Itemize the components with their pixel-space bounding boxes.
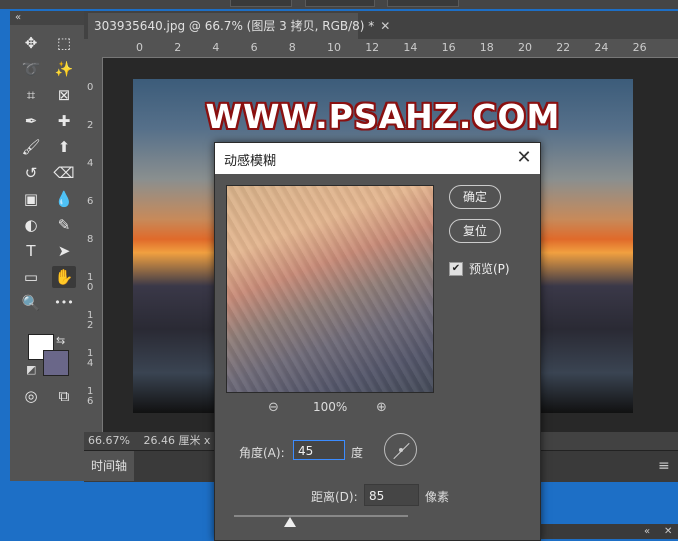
gradient-tool-icon[interactable]: ▣ (19, 188, 43, 210)
ok-button[interactable]: 确定 (449, 185, 501, 209)
angle-unit-label: 度 (351, 446, 364, 460)
screen-mode-icon[interactable]: ⧉ (52, 385, 76, 407)
options-bar-control[interactable] (387, 0, 459, 7)
path-selection-tool-icon[interactable]: ➤ (52, 240, 76, 262)
angle-input[interactable]: 45 (293, 440, 345, 460)
expand-panel-icon[interactable]: « (644, 524, 650, 539)
distance-unit-label: 像素 (425, 490, 450, 504)
distance-input[interactable]: 85 (364, 484, 419, 506)
watermark-text: WWW.PSAHZ.COM (205, 97, 561, 136)
close-panel-icon[interactable]: ✕ (664, 524, 672, 539)
options-bar (0, 0, 678, 9)
quick-mask-icon[interactable]: ◎ (19, 385, 43, 407)
angle-dial-center (399, 448, 403, 452)
hand-tool-icon[interactable]: ✋ (52, 266, 76, 288)
collapse-toolbar-icon[interactable]: « (10, 11, 85, 25)
preview-checkbox[interactable]: ✔ (449, 262, 463, 276)
reset-button[interactable]: 复位 (449, 219, 501, 243)
healing-brush-tool-icon[interactable]: ✚ (52, 110, 76, 132)
panel-menu-icon[interactable]: ≡ (658, 459, 672, 473)
ruler-tick-label: 2 (87, 120, 94, 131)
preview-checkbox-label: 预览(P) (469, 262, 510, 276)
ruler-tick-label: 1 0 (87, 272, 94, 293)
ruler-tick-label: 0 (136, 41, 143, 54)
ruler-tick-label: 1 2 (87, 310, 94, 331)
motion-blur-dialog: 动感模糊 ✕ 确定 复位 ✔ 预览(P) ⊖ 100% ⊕ 角度(A): 45 … (214, 142, 541, 541)
ruler-tick-label: 18 (479, 41, 494, 54)
pen-tool-icon[interactable]: ✎ (52, 214, 76, 236)
eraser-tool-icon[interactable]: ⌫ (52, 162, 76, 184)
swap-colors-icon[interactable]: ⇆ (56, 334, 65, 347)
dialog-titlebar[interactable]: 动感模糊 ✕ (215, 143, 540, 174)
blur-tool-icon[interactable]: 💧 (52, 188, 76, 210)
crop-tool-icon[interactable]: ⌗ (19, 84, 43, 106)
ruler-tick-label: 14 (403, 41, 418, 54)
brush-tool-icon[interactable]: 🖌 (19, 136, 43, 158)
ruler-tick-label: 6 (250, 41, 258, 54)
dialog-title: 动感模糊 (224, 154, 277, 169)
type-tool-icon[interactable]: T (19, 240, 43, 262)
timeline-tab[interactable]: 时间轴 (84, 451, 134, 481)
more-tools-icon[interactable]: ••• (52, 292, 76, 314)
rectangle-tool-icon[interactable]: ▭ (19, 266, 43, 288)
angle-dial[interactable] (384, 433, 417, 466)
distance-slider-thumb[interactable] (284, 517, 296, 527)
ruler-tick-label: 6 (87, 196, 94, 207)
lasso-tool-icon[interactable]: ➰ (19, 58, 43, 80)
ruler-tick-label: 16 (441, 41, 456, 54)
document-tab-title: 303935640.jpg @ 66.7% (图层 3 拷贝, RGB/8) * (94, 19, 375, 33)
ruler-corner (84, 39, 102, 57)
move-tool-icon[interactable]: ✥ (19, 32, 43, 54)
horizontal-ruler[interactable]: 0 2 4 6 8 10 12 14 16 18 20 22 24 26 (102, 39, 678, 58)
zoom-tool-icon[interactable]: 🔍 (19, 292, 43, 314)
ruler-tick-label: 22 (556, 41, 571, 54)
ruler-tick-label: 1 4 (87, 348, 94, 369)
options-bar-control[interactable] (230, 0, 292, 7)
ruler-tick-label: 10 (327, 41, 341, 54)
zoom-out-icon[interactable]: ⊖ (268, 400, 279, 415)
options-bar-control[interactable] (305, 0, 375, 7)
ruler-tick-label: 20 (518, 41, 532, 54)
default-colors-icon[interactable]: ◩ (26, 363, 36, 376)
ruler-tick-label: 8 (87, 234, 94, 245)
document-tab[interactable]: 303935640.jpg @ 66.7% (图层 3 拷贝, RGB/8) *… (88, 13, 390, 39)
frame-tool-icon[interactable]: ⊠ (52, 84, 76, 106)
magic-wand-tool-icon[interactable]: ✨ (52, 58, 76, 80)
angle-label: 角度(A): (239, 446, 285, 460)
marquee-tool-icon[interactable]: ⬚ (52, 32, 76, 54)
preview-zoom-level: 100% (313, 400, 348, 414)
zoom-in-icon[interactable]: ⊕ (376, 400, 387, 415)
dodge-tool-icon[interactable]: ◐ (19, 214, 43, 236)
ruler-tick-label: 26 (632, 41, 647, 54)
ruler-tick-label: 1 6 (87, 386, 94, 407)
ruler-tick-label: 0 (87, 82, 94, 93)
distance-slider-track[interactable] (234, 515, 408, 517)
zoom-level-readout[interactable]: 66.67% (88, 434, 130, 447)
ruler-tick-label: 8 (288, 41, 296, 54)
ruler-tick-label: 4 (87, 158, 94, 169)
vertical-ruler[interactable]: 0 2 4 6 8 1 0 1 2 1 4 1 6 (84, 57, 103, 432)
blur-preview[interactable] (226, 185, 434, 393)
history-brush-tool-icon[interactable]: ↺ (19, 162, 43, 184)
close-icon[interactable]: ✕ (513, 146, 535, 170)
distance-label: 距离(D): (311, 490, 358, 504)
close-tab-icon[interactable]: ✕ (380, 19, 390, 33)
ruler-tick-label: 12 (365, 41, 380, 54)
collapsed-panel-bar: « ✕ (540, 524, 678, 539)
eyedropper-tool-icon[interactable]: ✒ (19, 110, 43, 132)
ruler-tick-label: 2 (174, 41, 182, 54)
tools-panel: « ⇆ ◩ ✥ ⬚ ➰ ✨ ⌗ ⊠ ✒ ✚ 🖌 ⬆ ↺ ⌫ ▣ 💧 ◐ ✎ T ➤ ▭ ✋ 🔍 ••• ◎ ⧉ (10, 11, 85, 481)
background-color-swatch[interactable] (43, 350, 69, 376)
document-tab-bar: 303935640.jpg @ 66.7% (图层 3 拷贝, RGB/8) *… (84, 11, 678, 39)
ruler-tick-label: 24 (594, 41, 609, 54)
stamp-tool-icon[interactable]: ⬆ (52, 136, 76, 158)
ruler-tick-label: 4 (212, 41, 220, 54)
